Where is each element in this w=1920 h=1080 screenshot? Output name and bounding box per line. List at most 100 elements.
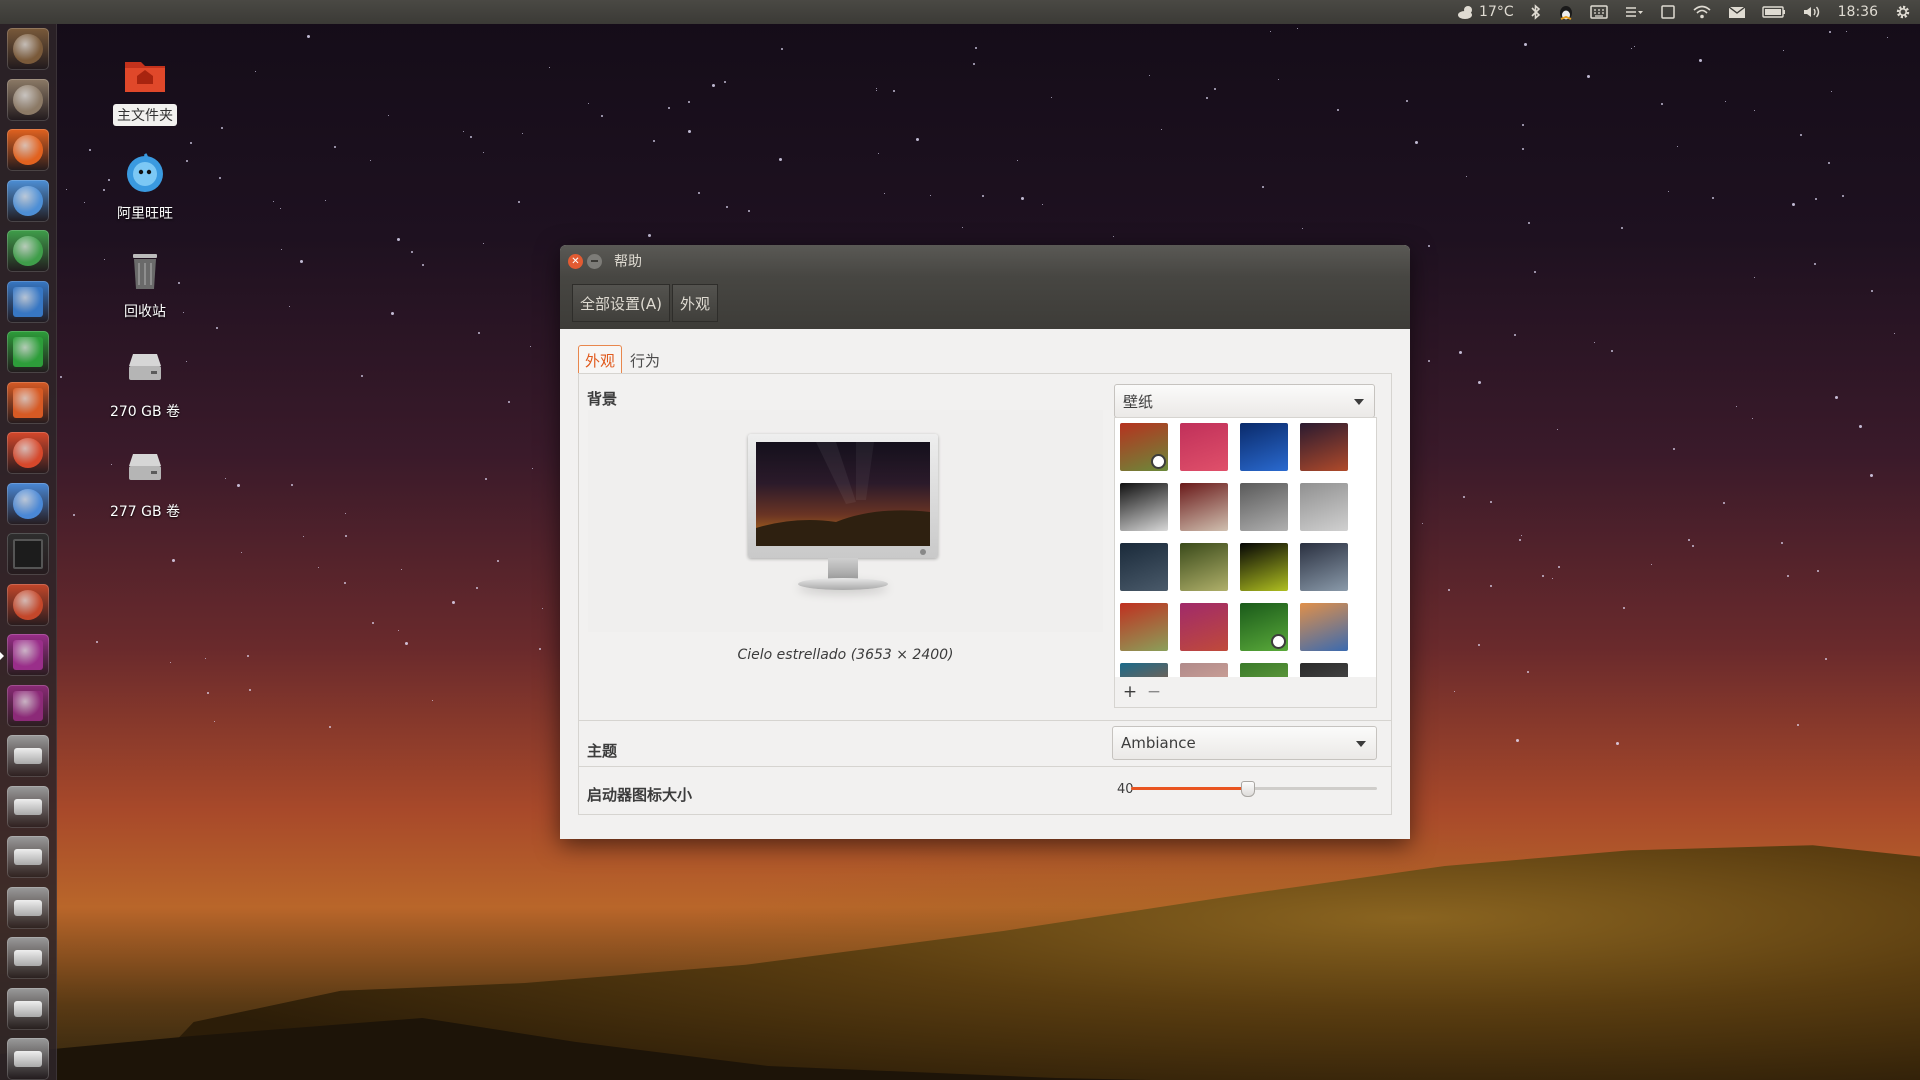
star [1661, 103, 1663, 105]
wallpaper-thumbnail[interactable] [1120, 423, 1168, 471]
desktop-icon-volume-270[interactable]: 270 GB 卷 [90, 346, 200, 422]
add-wallpaper-button[interactable]: + [1119, 681, 1141, 703]
star [1616, 742, 1619, 745]
battery-indicator[interactable] [1754, 0, 1794, 24]
star [1835, 396, 1838, 399]
messaging-indicator[interactable] [1720, 0, 1754, 24]
wallpaper-thumbnail[interactable] [1300, 543, 1348, 591]
network-indicator[interactable] [1684, 0, 1720, 24]
star [1297, 28, 1298, 29]
wallpaper-thumbnail[interactable] [1240, 543, 1288, 591]
drive-7-icon [14, 1051, 42, 1067]
breadcrumb-appearance[interactable]: 外观 [671, 284, 718, 322]
star [1415, 141, 1418, 144]
drive-3-icon [14, 849, 42, 865]
desktop-icon-trash[interactable]: 回收站 [90, 246, 200, 322]
wallpaper-thumbnail[interactable] [1120, 603, 1168, 651]
star [1634, 46, 1635, 47]
wallpaper-thumbnail[interactable] [1240, 423, 1288, 471]
star [1466, 176, 1467, 177]
launcher-item-software-updater[interactable] [7, 482, 49, 525]
star [1051, 97, 1052, 98]
launcher-item-writer[interactable] [7, 280, 49, 323]
wallpaper-thumbnail[interactable] [1180, 423, 1228, 471]
desktop-icon-volume-277[interactable]: 277 GB 卷 [90, 446, 200, 522]
desktop-icon-aliwangwang[interactable]: 阿里旺旺 [90, 148, 200, 224]
launcher-item-files[interactable] [7, 78, 49, 121]
theme-heading: 主题 [587, 742, 618, 760]
minimize-button[interactable] [587, 253, 602, 269]
launcher-item-drive-4[interactable] [7, 886, 49, 929]
star [1463, 496, 1465, 498]
wallpaper-thumbnail[interactable] [1300, 423, 1348, 471]
star [522, 133, 523, 134]
wallpaper-thumbnail[interactable] [1120, 543, 1168, 591]
star [1534, 271, 1536, 273]
session-indicator[interactable] [1886, 0, 1920, 24]
wallpaper-thumbnail[interactable] [1240, 483, 1288, 531]
launcher-item-chromium[interactable] [7, 179, 49, 222]
wallpaper-thumbnail[interactable] [1300, 603, 1348, 651]
menu-indicator[interactable] [1616, 0, 1652, 24]
drive-icon [121, 346, 169, 394]
launcher-item-drive-5[interactable] [7, 937, 49, 979]
workspace-indicator[interactable] [1652, 0, 1684, 24]
star [485, 478, 487, 480]
wallpaper-thumbnail[interactable] [1240, 603, 1288, 651]
desktop-icon-label: 主文件夹 [113, 104, 177, 126]
launcher-item-workspace[interactable] [7, 684, 49, 727]
star [255, 71, 256, 72]
wallpaper-thumbnail[interactable] [1120, 483, 1168, 531]
launcher-item-drive-7[interactable] [7, 1038, 49, 1080]
remove-wallpaper-button[interactable]: − [1143, 681, 1165, 703]
launcher-item-drive-6[interactable] [7, 987, 49, 1030]
launcher-item-calc[interactable] [7, 331, 49, 373]
wallpaper-thumbnail[interactable] [1180, 483, 1228, 531]
star [726, 206, 728, 208]
wallpaper-thumbnail[interactable] [1300, 483, 1348, 531]
star [1017, 160, 1018, 161]
tab-behavior[interactable]: 行为 [624, 346, 666, 375]
tab-appearance[interactable]: 外观 [578, 345, 623, 375]
software-updater-icon [13, 488, 43, 519]
star [1673, 448, 1675, 450]
theme-combo[interactable]: Ambiance [1112, 726, 1377, 760]
wallpaper-thumbnail[interactable] [1180, 543, 1228, 591]
breadcrumb-all-settings[interactable]: 全部设置(A) [572, 284, 670, 322]
qq-indicator[interactable] [1550, 0, 1582, 24]
battery-icon [1761, 4, 1786, 20]
launcher-item-terminal[interactable] [7, 533, 49, 575]
star [1302, 228, 1303, 229]
star [1846, 31, 1847, 32]
star [1692, 545, 1694, 547]
launcher-item-dash[interactable] [7, 28, 49, 70]
clock-indicator[interactable]: 18:36 [1830, 0, 1886, 24]
star [1161, 129, 1162, 130]
wallpaper-thumbnail[interactable] [1180, 603, 1228, 651]
launcher-item-system-settings[interactable] [7, 583, 49, 626]
envelope-icon [1728, 4, 1746, 20]
close-button[interactable]: ✕ [568, 253, 583, 269]
desktop-icon-home[interactable]: 主文件夹 [90, 50, 200, 126]
wallpaper-source-combo[interactable]: 壁纸 [1114, 384, 1375, 418]
launcher-item-software-center[interactable] [7, 432, 49, 474]
display-icon [13, 640, 43, 670]
star [1797, 724, 1799, 726]
launcher-item-firefox[interactable] [7, 129, 49, 171]
sound-indicator[interactable] [1794, 0, 1830, 24]
slider-handle[interactable] [1241, 781, 1255, 797]
bluetooth-indicator[interactable] [1522, 0, 1550, 24]
launcher-item-drive-3[interactable] [7, 836, 49, 878]
launcher-item-chrome[interactable] [7, 230, 49, 272]
launcher-size-slider[interactable] [1131, 780, 1377, 798]
star [225, 478, 226, 479]
keyboard-indicator[interactable] [1582, 0, 1616, 24]
star [1817, 570, 1819, 572]
launcher-item-impress[interactable] [7, 381, 49, 424]
launcher-item-drive-1[interactable] [7, 735, 49, 777]
window-titlebar[interactable]: ✕ 帮助 [560, 245, 1410, 277]
weather-indicator[interactable]: 17°C [1449, 0, 1522, 24]
launcher-item-display[interactable] [0, 634, 49, 676]
star [478, 332, 480, 334]
launcher-item-drive-2[interactable] [7, 785, 49, 828]
